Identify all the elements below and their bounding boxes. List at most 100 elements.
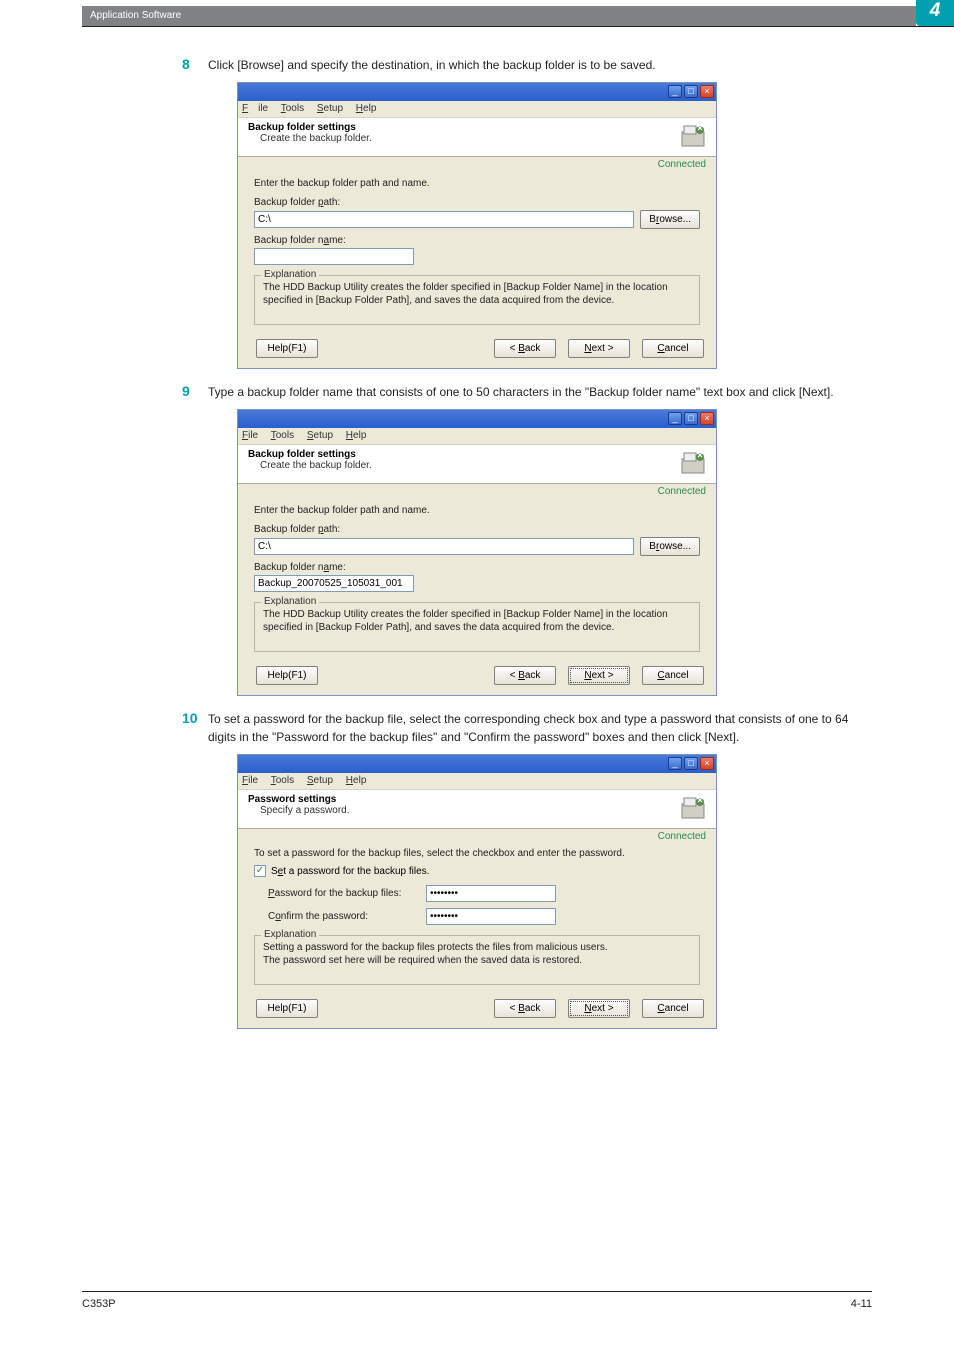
menu-help[interactable]: Help [346,430,367,441]
next-button[interactable]: Next > [568,999,630,1018]
menu-file[interactable]: File [242,430,258,441]
password-input[interactable] [426,885,556,902]
explanation-text: The HDD Backup Utility creates the folde… [263,609,691,634]
device-icon [678,794,708,824]
explanation-group: Explanation Setting a password for the b… [254,935,700,985]
footer-page: 4-11 [851,1298,872,1310]
menu-file[interactable]: File [242,103,268,114]
banner-title: Backup folder settings [248,449,706,460]
name-input[interactable] [254,575,414,592]
back-button[interactable]: < Back [494,339,556,358]
titlebar: _ □ × [238,410,716,428]
chapter-badge: 4 [916,0,954,26]
maximize-icon[interactable]: □ [684,85,698,98]
header-rule [82,26,954,27]
step-8-text: Click [Browse] and specify the destinati… [208,56,872,74]
menu-help[interactable]: Help [356,103,377,114]
minimize-icon[interactable]: _ [668,85,682,98]
header-strip: Application Software [82,6,916,26]
dialog-password-settings: _ □ × File Tools Setup Help Password set… [237,754,717,1029]
set-password-label: Set a password for the backup files. [271,866,429,877]
help-button[interactable]: Help(F1) [256,339,318,358]
menu-setup[interactable]: Setup [307,430,333,441]
name-input[interactable] [254,248,414,265]
cancel-button[interactable]: Cancel [642,339,704,358]
next-button[interactable]: Next > [568,666,630,685]
browse-button[interactable]: Browse... [640,537,700,556]
cancel-button[interactable]: Cancel [642,666,704,685]
menu-setup[interactable]: Setup [317,103,343,114]
wizard-banner: Backup folder settings Create the backup… [238,444,716,484]
explanation-legend: Explanation [261,929,319,940]
step-9-number: 9 [182,383,208,399]
page-footer: C353P 4-11 [82,1291,872,1310]
path-input[interactable] [254,211,634,228]
menubar[interactable]: File Tools Setup Help [238,428,716,444]
explanation-legend: Explanation [261,269,319,280]
step-8-number: 8 [182,56,208,72]
titlebar: _ □ × [238,755,716,773]
step-10-text: To set a password for the backup file, s… [208,710,872,746]
banner-title: Password settings [248,794,706,805]
name-label: Backup folder name: [254,562,700,573]
step-9: 9 Type a backup folder name that consist… [182,383,872,401]
dialog-backup-folder-1: _ □ × File Tools Setup Help Backup folde… [237,82,717,369]
status-connected: Connected [658,831,706,842]
chapter-number: 4 [930,0,941,21]
banner-subtitle: Create the backup folder. [260,460,706,471]
maximize-icon[interactable]: □ [684,412,698,425]
path-label: Backup folder path: [254,197,700,208]
step-9-text: Type a backup folder name that consists … [208,383,872,401]
set-password-checkbox[interactable]: ✓ [254,865,266,877]
dialog-backup-folder-2: _ □ × File Tools Setup Help Backup folde… [237,409,717,696]
prompt-text: Enter the backup folder path and name. [254,505,700,516]
cancel-button[interactable]: Cancel [642,999,704,1018]
menubar[interactable]: File Tools Setup Help [238,773,716,789]
confirm-password-input[interactable] [426,908,556,925]
page-header: Application Software 4 [0,0,954,36]
status-connected: Connected [658,159,706,170]
section-title: Application Software [90,10,181,21]
explanation-text: Setting a password for the backup files … [263,942,691,967]
step-10: 10 To set a password for the backup file… [182,710,872,746]
close-icon[interactable]: × [700,85,714,98]
next-button[interactable]: Next > [568,339,630,358]
close-icon[interactable]: × [700,757,714,770]
step-10-number: 10 [182,710,208,726]
banner-subtitle: Specify a password. [260,805,706,816]
wizard-banner: Backup folder settings Create the backup… [238,117,716,157]
explanation-group: Explanation The HDD Backup Utility creat… [254,602,700,652]
menu-tools[interactable]: Tools [281,103,304,114]
prompt-text: Enter the backup folder path and name. [254,178,700,189]
banner-subtitle: Create the backup folder. [260,133,706,144]
explanation-legend: Explanation [261,596,319,607]
close-icon[interactable]: × [700,412,714,425]
menu-setup[interactable]: Setup [307,775,333,786]
back-button[interactable]: < Back [494,999,556,1018]
menu-tools[interactable]: Tools [271,775,294,786]
step-8: 8 Click [Browse] and specify the destina… [182,56,872,74]
maximize-icon[interactable]: □ [684,757,698,770]
menu-tools[interactable]: Tools [271,430,294,441]
minimize-icon[interactable]: _ [668,412,682,425]
wizard-banner: Password settings Specify a password. [238,789,716,829]
banner-title: Backup folder settings [248,122,706,133]
password-label: Password for the backup files: [268,888,418,899]
menu-file[interactable]: File [242,775,258,786]
status-connected: Connected [658,486,706,497]
back-button[interactable]: < Back [494,666,556,685]
menu-help[interactable]: Help [346,775,367,786]
name-label: Backup folder name: [254,235,700,246]
help-button[interactable]: Help(F1) [256,666,318,685]
check-icon: ✓ [256,866,264,876]
help-button[interactable]: Help(F1) [256,999,318,1018]
titlebar: _ □ × [238,83,716,101]
path-label: Backup folder path: [254,524,700,535]
menubar[interactable]: File Tools Setup Help [238,101,716,117]
path-input[interactable] [254,538,634,555]
footer-model: C353P [82,1298,116,1310]
explanation-group: Explanation The HDD Backup Utility creat… [254,275,700,325]
explanation-text: The HDD Backup Utility creates the folde… [263,282,691,307]
browse-button[interactable]: Browse... [640,210,700,229]
minimize-icon[interactable]: _ [668,757,682,770]
